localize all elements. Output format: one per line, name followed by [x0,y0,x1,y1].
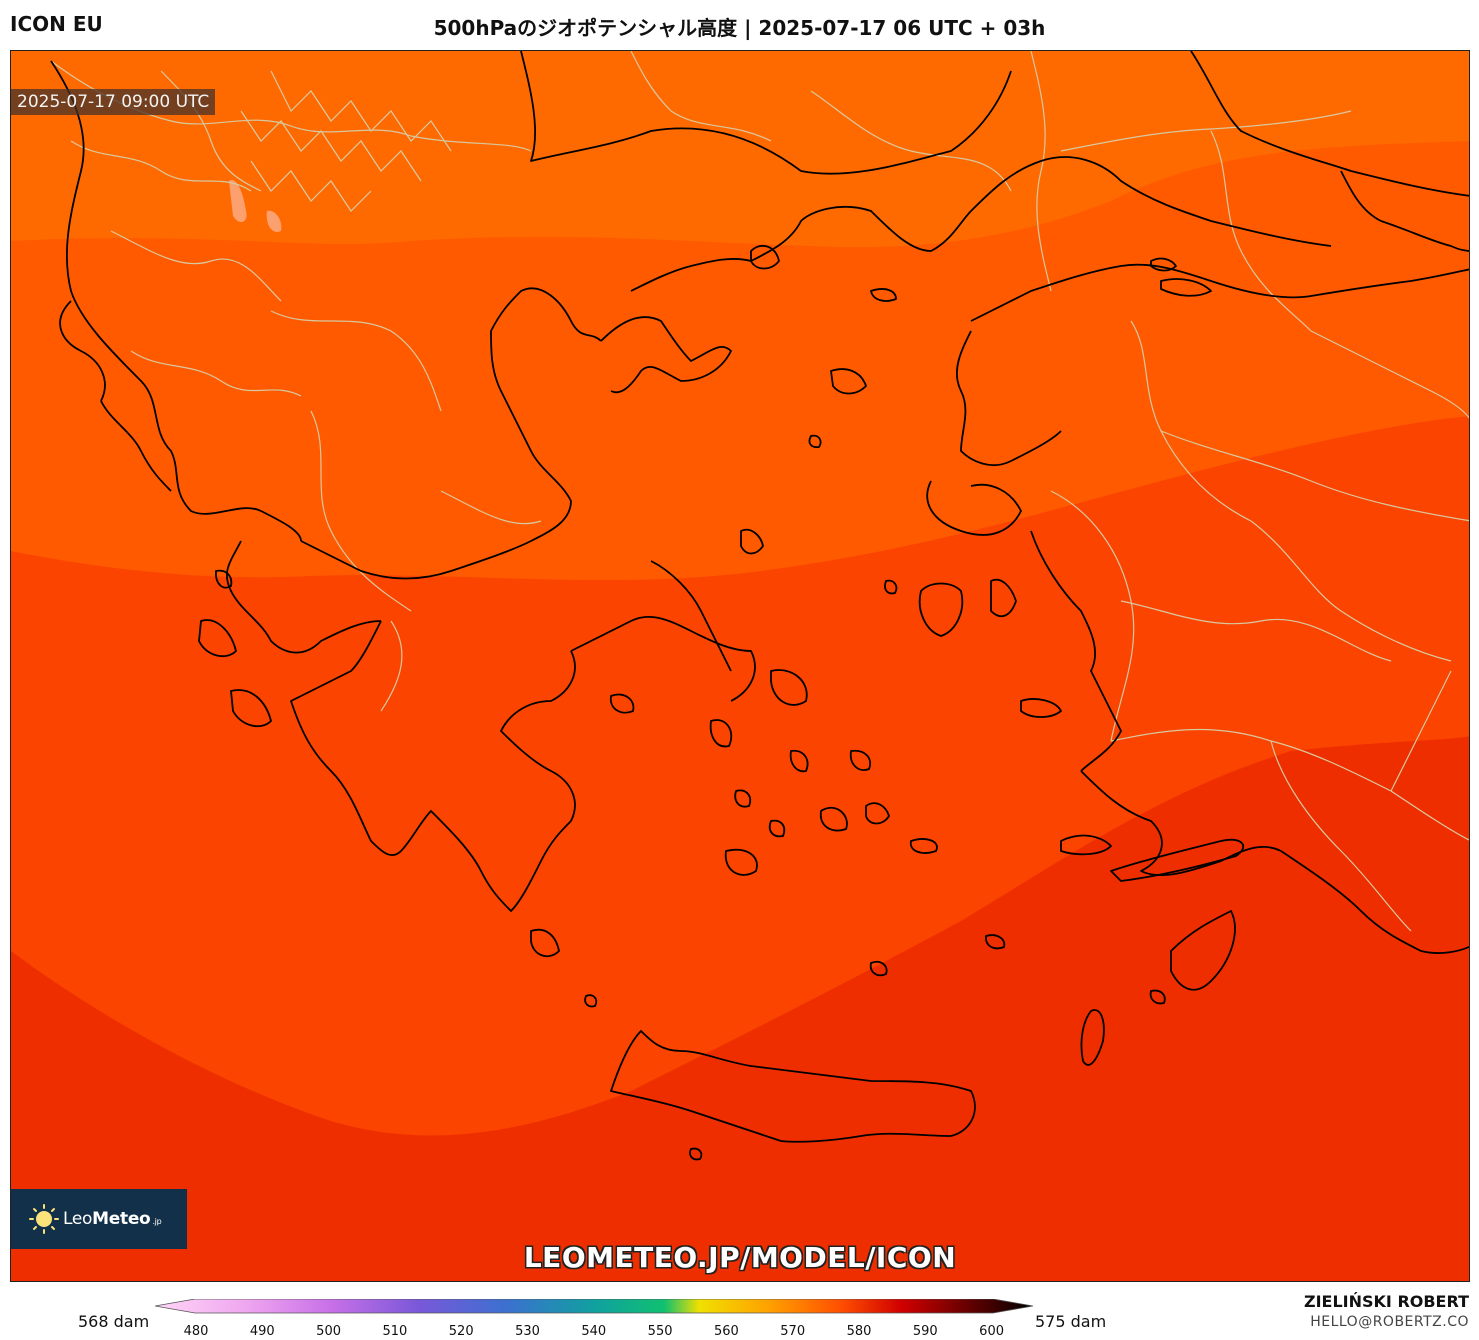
colorbar-tick-label: 500 [316,1324,342,1339]
colorbar-tick-label: 480 [183,1324,209,1339]
chart-title: 500hPaのジオポテンシャル高度 | 2025-07-17 06 UTC + … [433,16,1046,40]
leometeo-logo[interactable]: LeoMeteo .jp [11,1189,187,1249]
colorbar-tick-label: 560 [713,1324,739,1339]
colorbar-ticks: 480 490 500 510 520 530 540 550 560 570 580 590 600 [0,1324,1479,1340]
colorbar-tick-label: 540 [581,1324,607,1339]
author-name: ZIELIŃSKI ROBERT [1303,1292,1469,1311]
colorbar-tick-label: 520 [448,1324,474,1339]
colorbar-tick-label: 510 [382,1324,408,1339]
colorbar [155,1299,1034,1314]
colorbar-tick-label: 490 [249,1324,275,1339]
colorbar-tick-label: 550 [647,1324,673,1339]
colorbar-tick-label: 600 [979,1324,1005,1339]
weather-map: 2025-07-17 09:00 UTC LeoMeteo .jp LEOMETE… [10,50,1470,1282]
geopotential-field [11,51,1469,1281]
colorbar-tick-label: 570 [780,1324,806,1339]
site-watermark: LEOMETEO.JP/MODEL/ICON [523,1241,957,1274]
colorbar-tick-label: 590 [912,1324,938,1339]
author-email[interactable]: HELLO@ROBERTZ.CO [1310,1314,1469,1330]
logo-text: LeoMeteo .jp [63,1209,162,1229]
sun-icon [29,1204,59,1234]
colorbar-tick-label: 580 [846,1324,872,1339]
valid-time-label: 2025-07-17 09:00 UTC [11,89,216,115]
colorbar-tick-label: 530 [515,1324,540,1339]
